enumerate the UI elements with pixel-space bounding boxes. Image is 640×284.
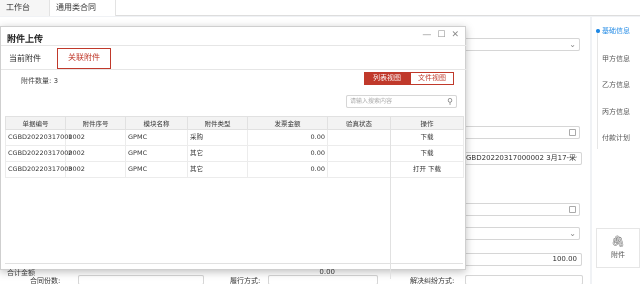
dialog-title: 附件上传 bbox=[7, 35, 44, 45]
nav-label: 基础信息 bbox=[602, 27, 630, 35]
table-row[interactable]: CGBD20220317000002 1 GPMC 采购 0.00 下载 bbox=[5, 129, 464, 146]
more-icon: ··· bbox=[568, 153, 578, 162]
doc-no-cell: CGBD20220317000002 bbox=[5, 129, 85, 146]
doc-no-cell: CGBD20220317000002 bbox=[5, 161, 85, 178]
table-row[interactable]: CGBD20220317000002 3 GPMC 其它 0.00 打开 下载 bbox=[5, 161, 464, 178]
nav-item-basic-info[interactable]: 基础信息 bbox=[596, 26, 640, 36]
type-cell: 采购 bbox=[187, 129, 248, 146]
attachment-upload-dialog: 附件上传 — ☐ ✕ 当前附件 关联附件 附件数量: 3 列表视图 文件视图 请输入… bbox=[0, 26, 467, 279]
total-value: 0.00 bbox=[319, 268, 335, 276]
tab-general-contract[interactable]: 通用类合同× bbox=[50, 0, 116, 29]
contract-ref-field[interactable]: GBD20220317000002 3月17-采 ··· bbox=[462, 152, 582, 165]
total-label: 合计金额 bbox=[7, 269, 35, 277]
chevron-down-icon: ⌄ bbox=[569, 229, 576, 238]
date-field[interactable] bbox=[460, 126, 580, 139]
dispute-method-field[interactable] bbox=[465, 275, 583, 284]
download-link[interactable]: 下载 bbox=[390, 145, 464, 162]
status-cell bbox=[327, 161, 391, 178]
contract-ref-value: GBD20220317000002 3月17-采 bbox=[466, 154, 577, 162]
minimize-icon[interactable]: — bbox=[422, 30, 431, 40]
status-cell bbox=[327, 129, 391, 146]
file-view-button[interactable]: 文件视图 bbox=[410, 72, 454, 85]
select-field[interactable]: ⌄ bbox=[460, 227, 580, 240]
file-count: 附件数量: 3 bbox=[21, 77, 59, 85]
column-divider bbox=[390, 116, 391, 279]
attachment-button[interactable]: 🖇 附件 bbox=[596, 228, 640, 268]
nav-label: 付款计划 bbox=[602, 134, 630, 142]
amount-cell: 0.00 bbox=[247, 145, 328, 162]
tab-workbench[interactable]: 工作台⊗ bbox=[0, 0, 50, 29]
nav-item-payment-plan[interactable]: 付款计划 bbox=[596, 133, 640, 143]
attachment-label: 附件 bbox=[611, 251, 625, 259]
close-icon[interactable]: ✕ bbox=[451, 30, 459, 40]
nav-item-party-c[interactable]: 丙方信息 bbox=[596, 107, 640, 117]
module-cell: GPMC bbox=[125, 161, 188, 178]
total-row: 合计金额 0.00 bbox=[5, 263, 463, 279]
paperclip-icon: 🖇 bbox=[611, 235, 625, 248]
nav-item-party-a[interactable]: 甲方信息 bbox=[596, 54, 640, 64]
tab-related-attachments[interactable]: 关联附件 bbox=[57, 48, 111, 70]
nav-label: 乙方信息 bbox=[602, 81, 630, 89]
doc-no-cell: CGBD20220317000002 bbox=[5, 145, 85, 162]
column-header: 发票金额 bbox=[247, 116, 328, 130]
download-link[interactable]: 下载 bbox=[390, 129, 464, 146]
column-header: 单据编号 bbox=[5, 116, 66, 130]
column-header: 操作 bbox=[390, 116, 464, 130]
chevron-down-icon: ⌄ bbox=[569, 40, 576, 49]
module-cell: GPMC bbox=[125, 129, 188, 146]
attachment-table: 单据编号 附件序号 模块名称 附件类型 发票金额 验真状态 操作 CGBD202… bbox=[5, 116, 464, 178]
divider bbox=[1, 45, 467, 46]
column-header: 模块名称 bbox=[125, 116, 188, 130]
calendar-icon bbox=[569, 206, 576, 213]
type-cell: 其它 bbox=[187, 145, 248, 162]
tab-label: 工作台 bbox=[6, 3, 30, 12]
amount-field[interactable]: 100.00 bbox=[460, 253, 582, 266]
open-download-links[interactable]: 打开 下载 bbox=[390, 161, 464, 178]
type-cell: 其它 bbox=[187, 161, 248, 178]
top-tab-bar: 工作台⊗ 通用类合同× bbox=[0, 0, 640, 29]
search-input[interactable]: 请输入搜索内容 ⚲ bbox=[346, 95, 457, 108]
column-header: 附件序号 bbox=[65, 116, 126, 130]
search-icon[interactable]: ⚲ bbox=[447, 96, 453, 107]
tab-current-attachments[interactable]: 当前附件 bbox=[9, 51, 41, 67]
calendar-icon bbox=[569, 129, 576, 136]
column-header: 附件类型 bbox=[187, 116, 248, 130]
amount-cell: 0.00 bbox=[247, 161, 328, 178]
tab-label: 通用类合同 bbox=[56, 3, 96, 12]
column-header: 验真状态 bbox=[327, 116, 391, 130]
module-cell: GPMC bbox=[125, 145, 188, 162]
nav-item-party-b[interactable]: 乙方信息 bbox=[596, 80, 640, 90]
list-view-button[interactable]: 列表视图 bbox=[364, 72, 410, 85]
nav-label: 甲方信息 bbox=[602, 55, 630, 63]
select-field[interactable]: ⌄ bbox=[460, 38, 580, 51]
amount-value: 100.00 bbox=[552, 255, 578, 263]
table-header: 单据编号 附件序号 模块名称 附件类型 发票金额 验真状态 操作 bbox=[5, 116, 464, 130]
search-placeholder: 请输入搜索内容 bbox=[350, 98, 393, 105]
maximize-icon[interactable]: ☐ bbox=[437, 30, 445, 40]
amount-cell: 0.00 bbox=[247, 129, 328, 146]
table-row[interactable]: CGBD20220317000002 2 GPMC 其它 0.00 下载 bbox=[5, 145, 464, 162]
divider bbox=[1, 69, 467, 70]
window-controls: — ☐ ✕ bbox=[416, 30, 459, 40]
date-field[interactable] bbox=[460, 203, 580, 216]
nav-label: 丙方信息 bbox=[602, 108, 630, 116]
status-cell bbox=[327, 145, 391, 162]
dot-icon bbox=[596, 29, 600, 33]
